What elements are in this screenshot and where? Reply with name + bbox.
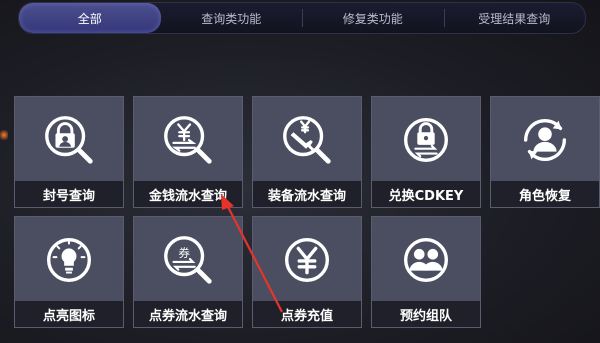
card-light-icon[interactable]: 点亮图标 [14,216,124,328]
tab-query-functions[interactable]: 查询类功能 [161,3,303,33]
user-refresh-icon [523,118,567,162]
svg-text:券: 券 [178,246,190,260]
team-group-icon [404,238,448,282]
card-label: 点券充值 [253,301,361,327]
function-grid: 封号查询 金钱流水查询 装备流水查询 兑换CDKEY 角色恢复 点亮图标 券 点… [14,96,600,330]
card-coupon-flow-query[interactable]: 券 点券流水查询 [133,216,243,328]
card-redeem-cdkey[interactable]: 兑换CDKEY [371,96,481,208]
coupon-search-icon: 券 [164,236,212,284]
card-ban-query[interactable]: 封号查询 [14,96,124,208]
lock-exchange-icon [404,118,448,162]
card-label: 装备流水查询 [253,181,361,207]
card-label: 封号查询 [15,181,123,207]
card-label: 预约组队 [372,301,480,327]
lock-person-search-icon [45,116,93,164]
sword-yen-search-icon [283,116,331,164]
background-ember [0,128,8,142]
card-coupon-recharge[interactable]: 点券充值 [252,216,362,328]
card-team-reservation[interactable]: 预约组队 [371,216,481,328]
card-equipment-flow-query[interactable]: 装备流水查询 [252,96,362,208]
lightbulb-icon [47,238,91,282]
card-label: 点券流水查询 [134,301,242,327]
yen-coin-icon [285,238,329,282]
tab-all[interactable]: 全部 [19,3,161,33]
card-label: 兑换CDKEY [372,181,480,207]
tab-repair-functions[interactable]: 修复类功能 [302,3,444,33]
card-label: 角色恢复 [491,181,599,207]
card-role-recovery[interactable]: 角色恢复 [490,96,600,208]
card-label: 金钱流水查询 [134,181,242,207]
function-tab-bar: 全部 查询类功能 修复类功能 受理结果查询 [18,2,586,34]
card-money-flow-query[interactable]: 金钱流水查询 [133,96,243,208]
yen-transfer-search-icon [164,116,212,164]
tab-result-query[interactable]: 受理结果查询 [443,3,586,33]
card-label: 点亮图标 [15,301,123,327]
